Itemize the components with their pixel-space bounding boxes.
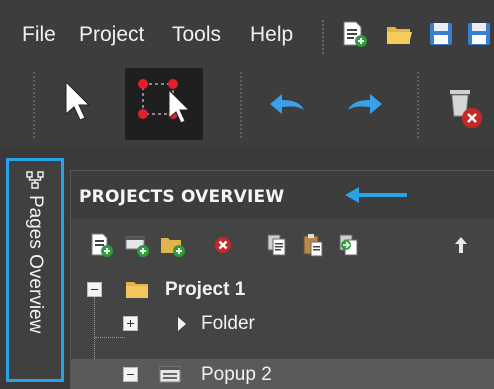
transform-select-icon — [138, 79, 191, 124]
panel-toolbar — [71, 223, 494, 273]
menu-bar: File Project Tools Help — [0, 0, 494, 66]
pages-overview-tab[interactable]: Pages Overview — [6, 158, 64, 382]
popup-icon — [159, 366, 181, 383]
open-folder-icon[interactable] — [384, 19, 414, 49]
panel-header: PROJECTS OVERVIEW — [71, 171, 494, 219]
save-all-icon[interactable] — [464, 19, 494, 49]
toolbar-separator — [33, 72, 35, 138]
add-page-icon[interactable] — [87, 231, 115, 259]
menu-separator — [322, 20, 324, 54]
select-pointer-icon[interactable] — [56, 68, 100, 140]
menu-file[interactable]: File — [22, 22, 56, 48]
project-tree: Project 1 Folder Popup 2 — [71, 273, 494, 389]
tree-item-project[interactable]: Project 1 — [71, 273, 494, 307]
new-page-icon[interactable] — [338, 19, 368, 49]
tool-bar — [0, 66, 494, 146]
move-up-icon[interactable] — [447, 231, 475, 259]
redo-icon[interactable] — [342, 68, 390, 140]
menu-help[interactable]: Help — [250, 22, 293, 48]
projects-overview-panel: PROJECTS OVERVIEW Project 1 Folder Popup… — [70, 170, 494, 389]
collapse-toggle[interactable] — [123, 367, 138, 382]
add-popup-icon[interactable] — [123, 231, 151, 259]
undo-icon[interactable] — [262, 68, 310, 140]
tree-item-folder[interactable]: Folder — [71, 307, 494, 341]
menu-tools[interactable]: Tools — [172, 22, 221, 48]
copy-icon[interactable] — [263, 231, 291, 259]
tree-item-label: Folder — [201, 313, 255, 334]
pages-overview-label: Pages Overview — [25, 195, 46, 334]
collapse-toggle[interactable] — [87, 282, 102, 297]
arrow-pointer-icon — [345, 187, 407, 203]
expand-toggle[interactable] — [123, 316, 138, 331]
panel-title: PROJECTS OVERVIEW — [79, 187, 285, 207]
delete-icon[interactable] — [209, 231, 237, 259]
folder-arrow-icon — [178, 317, 186, 331]
project-folder-icon — [126, 282, 148, 298]
toolbar-separator — [417, 72, 419, 138]
save-icon[interactable] — [426, 19, 456, 49]
tree-item-popup[interactable]: Popup 2 — [71, 359, 494, 389]
paste-icon[interactable] — [299, 231, 327, 259]
transform-select-tool[interactable] — [125, 68, 203, 140]
tree-item-label: Popup 2 — [201, 364, 272, 385]
menu-project[interactable]: Project — [79, 22, 144, 48]
duplicate-icon[interactable] — [335, 231, 363, 259]
toolbar-separator — [240, 72, 242, 138]
sitemap-icon — [26, 171, 44, 189]
add-folder-icon[interactable] — [159, 231, 187, 259]
tree-item-label: Project 1 — [165, 279, 246, 300]
delete-icon[interactable] — [442, 68, 486, 140]
